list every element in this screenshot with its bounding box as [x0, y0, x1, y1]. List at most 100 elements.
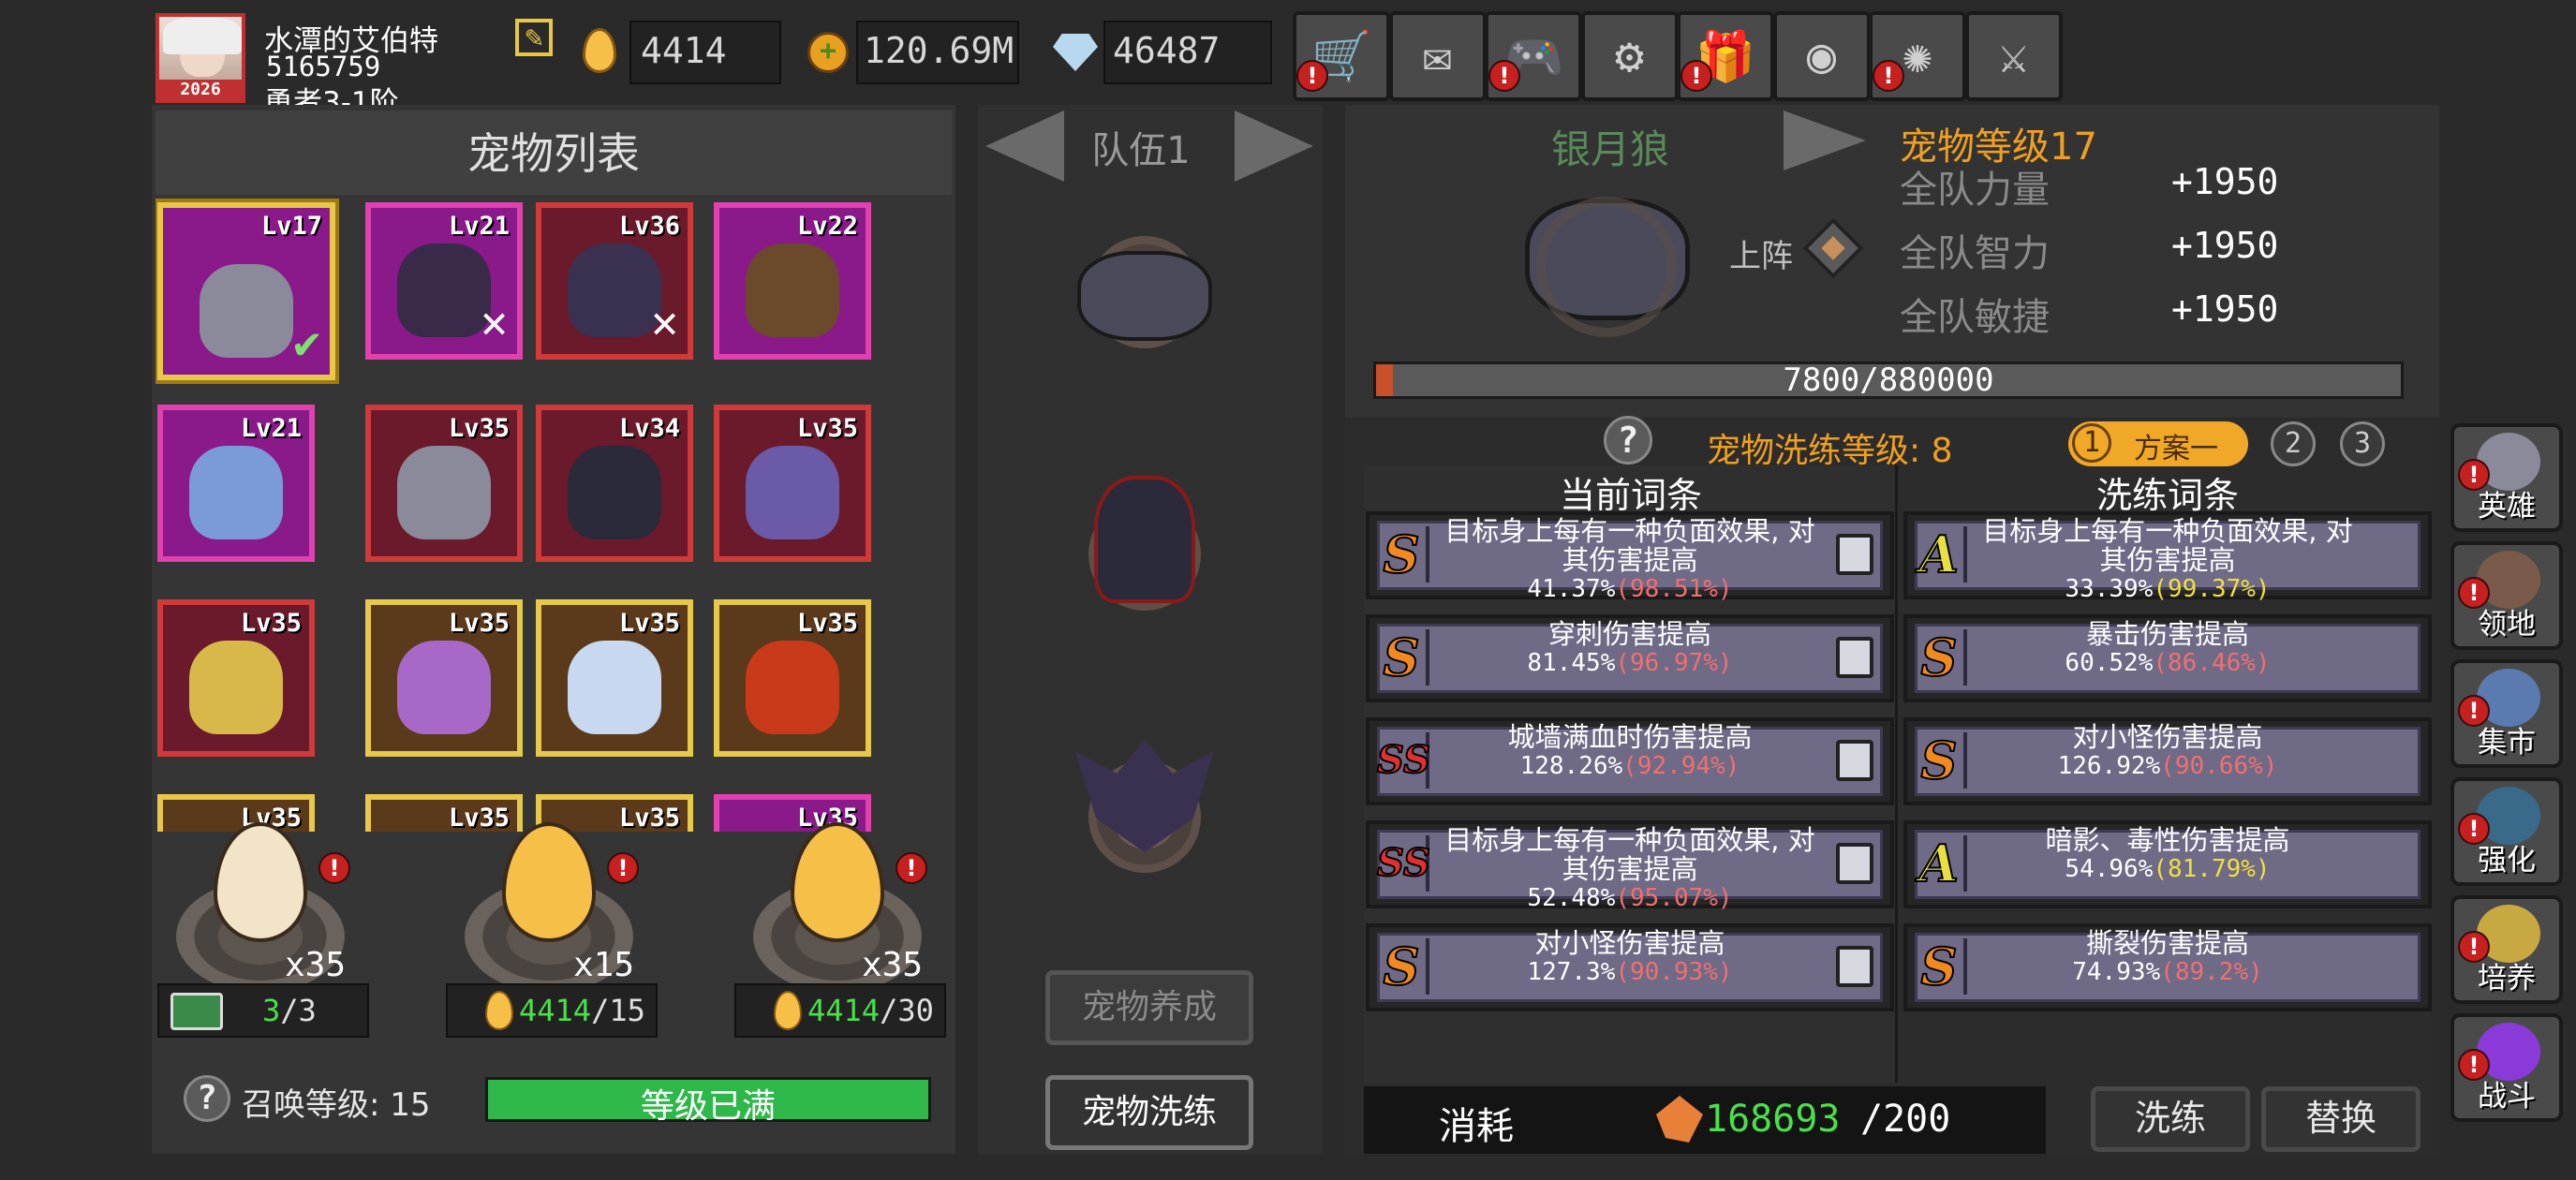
- refine-cost-label: 消耗: [1439, 1105, 1514, 1148]
- plan-tab-1[interactable]: 1 方案一: [2068, 421, 2248, 466]
- player-avatar[interactable]: 2026: [155, 13, 245, 103]
- alert-badge: !: [2458, 813, 2490, 845]
- affix-desc: 目标身上每有一种负面效果, 对: [1444, 515, 1815, 547]
- gold-currency-value: 120.69M: [864, 30, 1014, 71]
- alert-badge: !: [2458, 459, 2490, 491]
- gear-button[interactable]: ⚙: [1580, 11, 1679, 101]
- pet-card[interactable]: Lv17 ✔: [157, 202, 335, 380]
- affix-value-pct: (90.93%): [1615, 958, 1733, 986]
- pet-sprite: [189, 446, 283, 539]
- pet-card[interactable]: Lv35: [714, 405, 871, 562]
- pet-sprite: [397, 641, 491, 734]
- color-wheel-button[interactable]: ◉: [1772, 11, 1871, 101]
- refined-affix-row[interactable]: S 对小怪伤害提高 126.92%(90.66%): [1903, 717, 2432, 805]
- replace-affix-button[interactable]: 替换: [2261, 1086, 2421, 1152]
- excluded-x-icon: ✕: [651, 296, 678, 348]
- edit-name-icon[interactable]: ✎: [515, 19, 553, 56]
- refine-action-button[interactable]: 洗练: [2091, 1086, 2250, 1152]
- pet-train-button[interactable]: 宠物养成: [1045, 970, 1253, 1045]
- pet-card[interactable]: Lv21 ✕: [365, 202, 523, 360]
- pet-level-label: Lv35: [240, 609, 302, 638]
- affix-grade-badge: A: [1915, 834, 1967, 892]
- gold-add-icon[interactable]: +: [807, 32, 849, 73]
- egg-cost-box[interactable]: 4414/15: [446, 983, 658, 1038]
- gear-icon: ⚙: [1614, 28, 1645, 84]
- summon-help-icon[interactable]: ?: [184, 1075, 230, 1122]
- egg-cost-box[interactable]: 4414/30: [734, 983, 946, 1038]
- affix-value-pct: (95.07%): [1615, 884, 1733, 912]
- alert-badge: !: [896, 852, 927, 884]
- unlock-icon[interactable]: [1836, 946, 1873, 987]
- nav-helmet[interactable]: 英雄!: [2450, 423, 2563, 532]
- pet-card[interactable]: Lv36 ✕: [536, 202, 693, 360]
- mail-button[interactable]: ✉: [1388, 11, 1487, 101]
- pet-refine-button[interactable]: 宠物洗练: [1045, 1075, 1253, 1150]
- pet-card[interactable]: Lv22: [714, 202, 871, 360]
- color-wheel-icon: ◉: [1806, 28, 1837, 84]
- team-pet-2-witch: [1094, 476, 1195, 603]
- affix-desc: 对小怪伤害提高: [1534, 927, 1725, 959]
- nav-castle[interactable]: 领地!: [2450, 541, 2563, 650]
- plan-number: 1: [2072, 423, 2111, 463]
- alert-badge: !: [1296, 60, 1328, 92]
- refined-affix-row[interactable]: S 撕裂伤害提高 74.93%(89.2%): [1903, 923, 2432, 1011]
- affix-text: 目标身上每有一种负面效果, 对其伤害提高 41.37%(98.51%): [1439, 517, 1821, 604]
- nav-portal[interactable]: 战斗!: [2450, 1013, 2563, 1122]
- gem-add-icon[interactable]: [1053, 34, 1098, 71]
- unlock-icon[interactable]: [1836, 843, 1873, 884]
- current-affix-row[interactable]: SS 城墙满血时伤害提高 128.26%(92.94%): [1366, 717, 1894, 805]
- affix-value: 33.39%(99.37%): [1976, 575, 2359, 604]
- current-affix-row[interactable]: S 穿刺伤害提高 81.45%(96.97%): [1366, 614, 1894, 702]
- current-affix-row[interactable]: S 对小怪伤害提高 127.3%(90.93%): [1366, 923, 1894, 1011]
- unlock-icon[interactable]: [1836, 637, 1873, 678]
- gem-currency-value: 46487: [1113, 30, 1221, 71]
- pet-card[interactable]: Lv35: [714, 599, 871, 757]
- current-affix-row[interactable]: S 目标身上每有一种负面效果, 对其伤害提高 41.37%(98.51%): [1366, 511, 1894, 603]
- refined-affix-row[interactable]: S 暴击伤害提高 60.52%(86.46%): [1903, 614, 2432, 702]
- pet-card[interactable]: Lv35: [536, 599, 693, 757]
- affix-desc: 暗影、毒性伤害提高: [2045, 824, 2290, 856]
- nav-crystal[interactable]: 强化!: [2450, 777, 2563, 886]
- alert-badge: !: [2458, 695, 2490, 727]
- deploy-label: 上阵: [1729, 238, 1793, 275]
- affix-grade-badge: S: [1915, 628, 1967, 686]
- pet-card[interactable]: Lv35: [157, 599, 315, 757]
- affix-value-num: 128.26%: [1519, 752, 1623, 780]
- unlock-icon[interactable]: [1836, 534, 1873, 575]
- plan-tab-3[interactable]: 3: [2340, 421, 2385, 466]
- pet-stat-value: +1950: [2171, 225, 2279, 266]
- pet-card[interactable]: Lv35: [157, 794, 315, 832]
- fireworks-icon: ✺: [1902, 28, 1932, 84]
- affix-desc-line2: 其伤害提高: [1562, 853, 1698, 885]
- affix-desc: 城墙满血时伤害提高: [1507, 721, 1753, 753]
- pet-grid: Lv17 ✔ Lv21 ✕ Lv36 ✕ Lv22 Lv21 Lv35 Lv34 Lv35 Lv35 L…: [155, 195, 952, 832]
- affix-value: 52.48%(95.07%): [1439, 884, 1821, 913]
- pet-card[interactable]: Lv21: [157, 405, 315, 562]
- affix-desc: 目标身上每有一种负面效果, 对: [1982, 515, 2353, 547]
- unlock-icon[interactable]: [1836, 740, 1873, 781]
- affix-value: 126.92%(90.66%): [1976, 752, 2359, 781]
- affix-grade-badge: S: [1377, 525, 1429, 583]
- affix-desc: 暴击伤害提高: [2085, 618, 2249, 650]
- affix-grade-badge: SS: [1376, 732, 1431, 789]
- pet-level-label: Lv34: [618, 414, 680, 443]
- battle-off-button[interactable]: ⚔: [1964, 11, 2063, 101]
- affix-grade-badge: SS: [1376, 835, 1431, 892]
- pet-sprite: [189, 641, 283, 734]
- pet-card[interactable]: Lv34: [536, 405, 693, 562]
- refine-help-icon[interactable]: ?: [1604, 416, 1652, 465]
- refined-affix-row[interactable]: A 暗影、毒性伤害提高 54.96%(81.79%): [1903, 820, 2432, 908]
- nav-market[interactable]: 集市!: [2450, 659, 2563, 768]
- plan-tab-2[interactable]: 2: [2271, 421, 2316, 466]
- avatar-year: 2026: [159, 80, 242, 99]
- alert-badge: !: [607, 852, 639, 884]
- nav-chalice[interactable]: 培养!: [2450, 895, 2563, 1004]
- affix-text: 穿刺伤害提高 81.45%(96.97%): [1439, 620, 1821, 678]
- pet-card[interactable]: Lv35: [365, 599, 523, 757]
- egg-cost-box[interactable]: 3/3: [157, 983, 369, 1038]
- pet-card[interactable]: Lv35: [365, 405, 523, 562]
- current-affix-row[interactable]: SS 目标身上每有一种负面效果, 对其伤害提高 52.48%(95.07%): [1366, 820, 1894, 912]
- pet-card[interactable]: Lv35: [365, 794, 523, 832]
- pet-sprite: [568, 243, 661, 337]
- refined-affix-row[interactable]: A 目标身上每有一种负面效果, 对其伤害提高 33.39%(99.37%): [1903, 511, 2432, 603]
